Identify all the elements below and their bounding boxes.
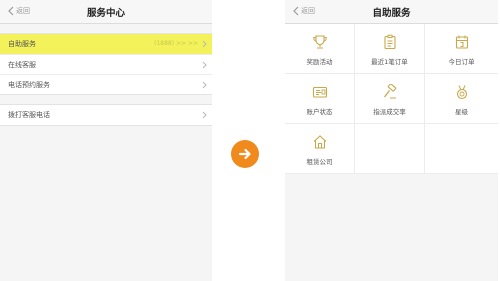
tile-label: 账户状态 bbox=[306, 108, 333, 116]
page-title: 服务中心 bbox=[86, 8, 125, 19]
list-item-value: (1888) >> >> bbox=[154, 40, 198, 47]
tile-label: 奖励活动 bbox=[306, 58, 333, 66]
medal-icon bbox=[456, 85, 467, 100]
tile-rewards[interactable]: 奖励活动 bbox=[285, 24, 355, 74]
tile-today-orders[interactable]: 今日订单 bbox=[425, 24, 498, 74]
list-item-self-service[interactable]: 自助服务 (1888) >> >> bbox=[0, 34, 212, 54]
chevron-right-icon bbox=[202, 61, 207, 69]
id-card-icon bbox=[312, 86, 327, 98]
gavel-icon bbox=[383, 84, 396, 99]
tile-star-level[interactable]: 星级 bbox=[425, 74, 498, 124]
service-list: 自助服务 (1888) >> >> 在线客服 电话预约服务 bbox=[0, 33, 212, 95]
chevron-right-icon bbox=[202, 81, 207, 89]
left-navbar: 返回 服务中心 bbox=[0, 0, 212, 24]
list-item-label: 拨打客服电话 bbox=[8, 111, 50, 119]
calendar-icon bbox=[455, 35, 468, 49]
tile-label: 指派成交率 bbox=[373, 108, 406, 116]
list-item-label: 电话预约服务 bbox=[8, 80, 50, 89]
tile-label: 今日订单 bbox=[448, 58, 475, 66]
tile-label: 星级 bbox=[455, 108, 468, 116]
arrow-right-icon bbox=[231, 140, 259, 168]
list-item-online-support[interactable]: 在线客服 bbox=[0, 54, 212, 74]
tile-latest-order[interactable]: 最近1笔订单 bbox=[355, 24, 425, 74]
house-icon bbox=[313, 135, 326, 149]
list-item-phone-appointment[interactable]: 电话预约服务 bbox=[0, 74, 212, 94]
list-item-call-support[interactable]: 拨打客服电话 bbox=[0, 105, 212, 125]
call-list: 拨打客服电话 bbox=[0, 104, 212, 126]
chevron-right-icon bbox=[202, 40, 207, 48]
empty-tile bbox=[355, 124, 425, 174]
self-service-screen: 返回 自助服务 奖励活动 最近1笔订单 今日订单 账户状态 指派成交率 星级 租… bbox=[285, 0, 498, 281]
clipboard-icon bbox=[383, 34, 396, 50]
empty-tile bbox=[425, 124, 498, 174]
arrow-glyph-icon bbox=[238, 148, 251, 160]
page-title: 自助服务 bbox=[372, 8, 411, 19]
tile-label: 租赁公司 bbox=[306, 158, 333, 166]
tile-label: 最近1笔订单 bbox=[371, 58, 408, 66]
tile-leasing-company[interactable]: 租赁公司 bbox=[285, 124, 355, 174]
right-navbar: 返回 自助服务 bbox=[285, 0, 498, 24]
chevron-right-icon bbox=[202, 111, 207, 119]
list-item-label: 在线客服 bbox=[8, 60, 36, 69]
service-center-screen: 返回 服务中心 自助服务 (1888) >> >> 在线客服 电话预约服务 拨打… bbox=[0, 0, 212, 281]
service-grid: 奖励活动 最近1笔订单 今日订单 账户状态 指派成交率 星级 租赁公司 bbox=[285, 24, 498, 174]
trophy-icon bbox=[312, 35, 327, 49]
list-item-label: 自助服务 bbox=[8, 40, 36, 48]
tile-assign-rate[interactable]: 指派成交率 bbox=[355, 74, 425, 124]
tile-account-status[interactable]: 账户状态 bbox=[285, 74, 355, 124]
